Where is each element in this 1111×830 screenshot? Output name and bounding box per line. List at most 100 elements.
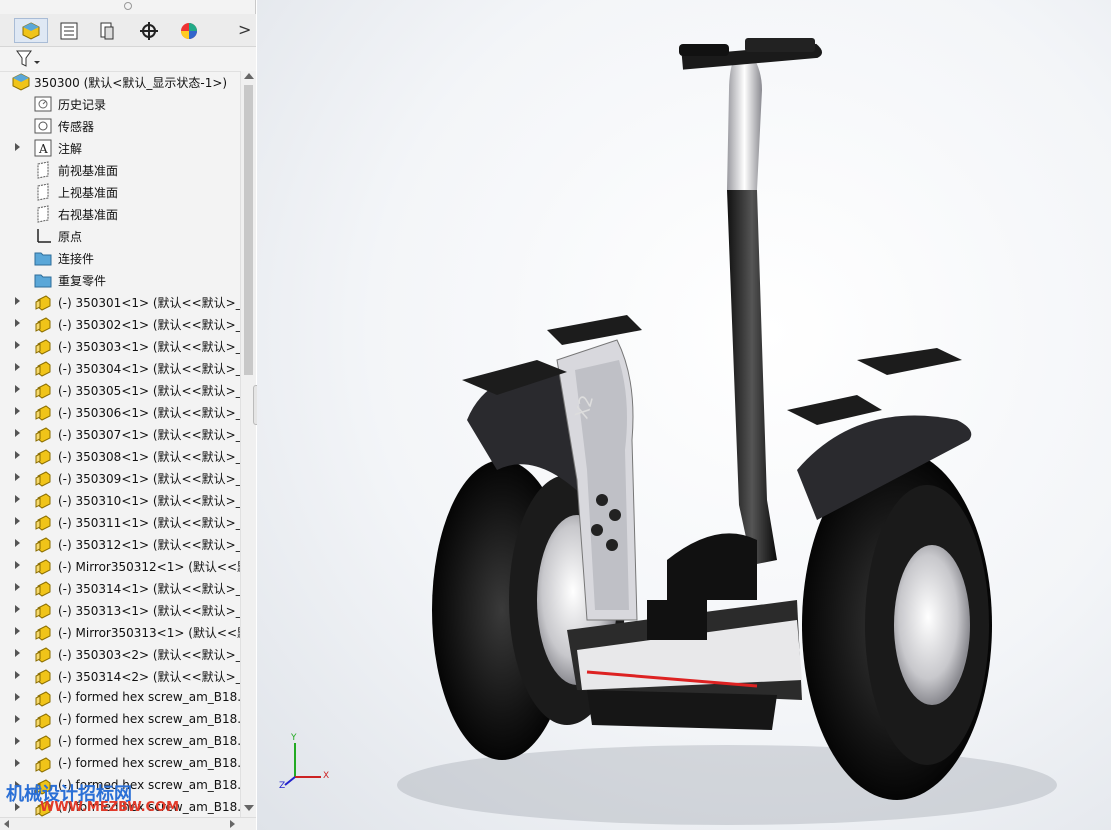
tab-dimxpert-manager[interactable] xyxy=(132,18,166,43)
tree-vertical-scrollbar[interactable] xyxy=(240,71,256,817)
plane-icon xyxy=(34,183,52,201)
tree-part-item[interactable]: (-) 350302<1> (默认<<默认>_外 xyxy=(0,313,240,335)
sensor-icon xyxy=(34,117,52,135)
tree-part-item[interactable]: (-) 350303<2> (默认<<默认>_外 xyxy=(0,643,240,665)
tree-part-item[interactable]: (-) 350304<1> (默认<<默认>_外 xyxy=(0,357,240,379)
segway-model-render[interactable]: X2 xyxy=(257,0,1111,830)
expand-arrow-icon[interactable] xyxy=(15,561,20,569)
expand-arrow-icon[interactable] xyxy=(15,473,20,481)
filter-row xyxy=(0,47,256,72)
expand-arrow-icon[interactable] xyxy=(15,759,20,767)
panel-collapse-handle[interactable] xyxy=(124,2,132,10)
expand-arrow-icon[interactable] xyxy=(15,539,20,547)
tree-item[interactable]: 前视基准面 xyxy=(0,159,240,181)
part-icon xyxy=(34,711,52,729)
feature-manager-panel: > 350300 (默认<默认_显示状态-1>) 历史记录传感器 A 注解 前视基准面上… xyxy=(0,0,256,830)
tab-configuration-manager[interactable] xyxy=(90,18,124,43)
right-footrest[interactable] xyxy=(787,348,962,425)
tree-part-item[interactable]: (-) formed hex screw_am_B18.2 xyxy=(0,709,240,731)
expand-arrow-icon[interactable] xyxy=(15,693,20,701)
tree-part-item[interactable]: (-) 350314<2> (默认<<默认>_外 xyxy=(0,665,240,687)
tree-part-item[interactable]: (-) 350308<1> (默认<<默认>_外 xyxy=(0,445,240,467)
tree-item-label: (-) 350302<1> (默认<<默认>_外 xyxy=(58,318,240,332)
tree-part-item[interactable]: (-) 350310<1> (默认<<默认>_外 xyxy=(0,489,240,511)
expand-arrow-icon[interactable] xyxy=(15,341,20,349)
steering-column[interactable] xyxy=(679,38,823,565)
tree-part-item[interactable]: (-) formed hex screw_am_B18.2 xyxy=(0,687,240,709)
tree-part-item[interactable]: (-) formed hex screw_am_B18.2 xyxy=(0,731,240,753)
expand-arrow-icon[interactable] xyxy=(15,517,20,525)
tree-item-label: (-) 350311<1> (默认<<默认>_外 xyxy=(58,516,240,530)
tree-item-label: 原点 xyxy=(58,230,83,244)
tree-item-label: 右视基准面 xyxy=(58,208,119,222)
tab-display-manager[interactable] xyxy=(172,18,206,43)
tree-item[interactable]: 连接件 xyxy=(0,247,240,269)
scrollbar-thumb[interactable] xyxy=(244,85,253,375)
tree-part-item[interactable]: (-) 350305<1> (默认<<默认>_外 xyxy=(0,379,240,401)
tree-part-item[interactable]: (-) Mirror350312<1> (默认<<默 xyxy=(0,555,240,577)
tree-root[interactable]: 350300 (默认<默认_显示状态-1>) xyxy=(0,71,240,93)
expand-arrow-icon[interactable] xyxy=(15,605,20,613)
expand-arrow-icon[interactable] xyxy=(15,363,20,371)
tree-item-label: (-) 350304<1> (默认<<默认>_外 xyxy=(58,362,240,376)
part-icon xyxy=(34,359,52,377)
tree-item[interactable]: 上视基准面 xyxy=(0,181,240,203)
part-icon xyxy=(34,315,52,333)
tree-part-item[interactable]: (-) 350306<1> (默认<<默认>_外 xyxy=(0,401,240,423)
history-icon xyxy=(34,95,52,113)
tree-item[interactable]: 原点 xyxy=(0,225,240,247)
scroll-right-arrow-icon[interactable] xyxy=(230,820,235,828)
part-icon xyxy=(34,403,52,421)
tree-item[interactable]: 传感器 xyxy=(0,115,240,137)
tab-feature-manager[interactable] xyxy=(14,18,48,43)
dimxpert-manager-tab-icon xyxy=(140,21,158,40)
expand-arrow-icon[interactable] xyxy=(15,385,20,393)
tree-item[interactable]: 历史记录 xyxy=(0,93,240,115)
tree-item-label: (-) formed hex screw_am_B18.2 xyxy=(58,734,240,748)
scroll-left-arrow-icon[interactable] xyxy=(4,820,9,828)
expand-arrow-icon[interactable] xyxy=(15,495,20,503)
part-icon xyxy=(34,381,52,399)
tree-part-item[interactable]: (-) 350309<1> (默认<<默认>_外 xyxy=(0,467,240,489)
tree-horizontal-scrollbar[interactable] xyxy=(0,817,256,830)
expand-arrow-icon[interactable] xyxy=(15,407,20,415)
expand-arrow-icon[interactable] xyxy=(15,583,20,591)
tree-item-label: 历史记录 xyxy=(58,98,107,112)
scroll-down-arrow-icon[interactable] xyxy=(244,805,254,811)
filter-icon xyxy=(16,50,40,67)
tree-part-item[interactable]: (-) 350301<1> (默认<<默认>_外 xyxy=(0,291,240,313)
tree-part-item[interactable]: (-) 350312<1> (默认<<默认>_外 xyxy=(0,533,240,555)
tree-part-item[interactable]: (-) 350307<1> (默认<<默认>_外 xyxy=(0,423,240,445)
tree-item-label: (-) formed hex screw_am_B18.2 xyxy=(58,712,240,726)
tree-part-item[interactable]: (-) 350314<1> (默认<<默认>_外 xyxy=(0,577,240,599)
expand-arrow-icon[interactable] xyxy=(15,451,20,459)
expand-arrow-icon[interactable] xyxy=(15,737,20,745)
tree-part-item[interactable]: (-) 350313<1> (默认<<默认>_外 xyxy=(0,599,240,621)
graphics-area[interactable]: X2 Y X Z xyxy=(257,0,1111,830)
tree-part-item[interactable]: (-) 350303<1> (默认<<默认>_外 xyxy=(0,335,240,357)
triad-z-label: Z xyxy=(279,781,286,791)
expand-arrow-icon[interactable] xyxy=(15,627,20,635)
tree-item[interactable]: 重复零件 xyxy=(0,269,240,291)
triad-x-label: X xyxy=(323,771,330,781)
expand-arrow-icon[interactable] xyxy=(15,429,20,437)
origin-icon xyxy=(34,227,52,245)
expand-arrow-icon[interactable] xyxy=(15,143,20,151)
expand-arrow-icon[interactable] xyxy=(15,319,20,327)
tree-item[interactable]: A 注解 xyxy=(0,137,240,159)
expand-arrow-icon[interactable] xyxy=(15,715,20,723)
part-icon xyxy=(34,667,52,685)
expand-arrow-icon[interactable] xyxy=(15,649,20,657)
tab-property-manager[interactable] xyxy=(52,18,86,43)
tree-item[interactable]: 右视基准面 xyxy=(0,203,240,225)
scroll-up-arrow-icon[interactable] xyxy=(244,73,254,79)
tree-item-label: (-) Mirror350312<1> (默认<<默 xyxy=(58,560,240,574)
tree-part-item[interactable]: (-) Mirror350313<1> (默认<<默 xyxy=(0,621,240,643)
tree-part-item[interactable]: (-) 350311<1> (默认<<默认>_外 xyxy=(0,511,240,533)
tree-part-item[interactable]: (-) formed hex screw_am_B18.2 xyxy=(0,753,240,775)
expand-arrow-icon[interactable] xyxy=(15,297,20,305)
more-tabs-button[interactable]: > xyxy=(238,20,251,39)
filter-button[interactable] xyxy=(14,49,42,69)
tree-item-label: 注解 xyxy=(58,142,83,156)
expand-arrow-icon[interactable] xyxy=(15,671,20,679)
